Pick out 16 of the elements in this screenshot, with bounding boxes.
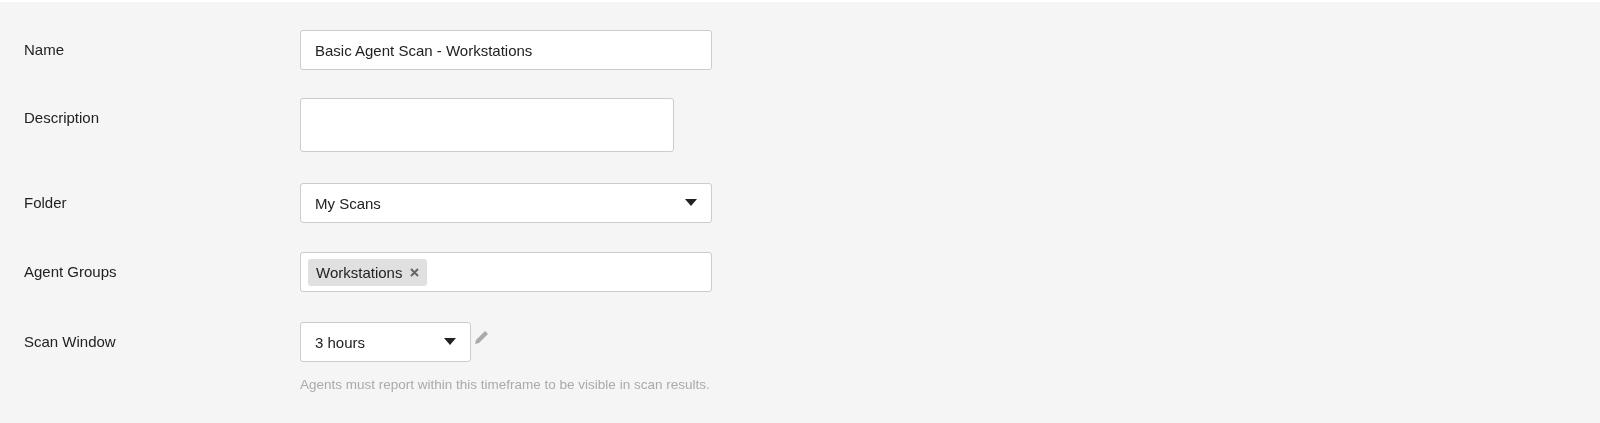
name-field[interactable]: Basic Agent Scan - Workstations — [300, 30, 712, 70]
description-field[interactable] — [300, 98, 674, 152]
caret-icon — [444, 338, 456, 346]
field-label: Agent Groups — [24, 262, 118, 282]
field-label: Folder — [24, 193, 68, 213]
field-label: Scan Window — [24, 332, 117, 352]
scan-window-select[interactable]: 3 hours — [300, 322, 471, 362]
help-text: Agents must report within this timeframe to be visible in scan results. — [300, 377, 710, 392]
pencil-icon[interactable] — [473, 328, 491, 346]
agent-groups-field[interactable]: Workstations — [300, 252, 712, 292]
field-label: Name — [24, 40, 65, 60]
tag-chip: Workstations — [308, 258, 428, 286]
caret-icon — [685, 199, 697, 207]
close-icon[interactable] — [410, 267, 420, 277]
field-label: Description — [24, 108, 101, 128]
folder-select[interactable]: My Scans — [300, 183, 712, 223]
